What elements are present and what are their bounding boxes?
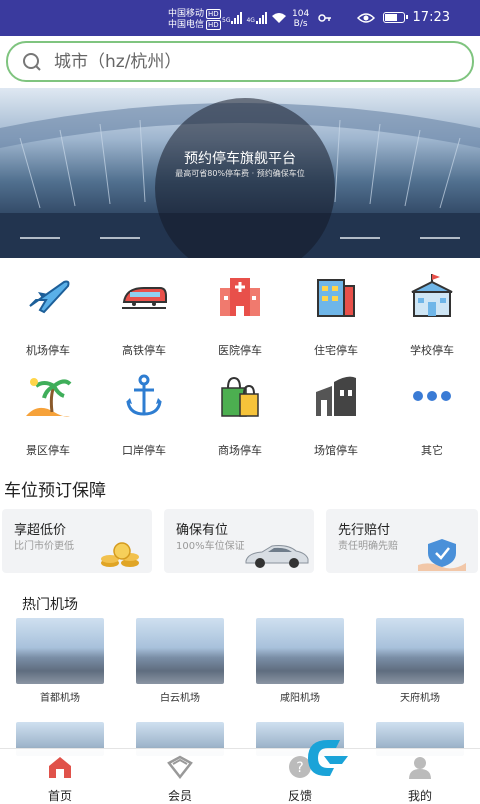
card-title: 先行赔付 — [338, 523, 391, 538]
train-icon — [122, 287, 167, 309]
school-icon — [411, 274, 453, 317]
key-icon — [318, 14, 331, 22]
watermark-logo — [300, 732, 480, 784]
category-label: 其它 — [421, 444, 443, 457]
beach-icon — [26, 378, 72, 417]
car-icon — [245, 545, 309, 568]
category-label: 学校停车 — [410, 344, 454, 357]
eye-icon — [356, 12, 375, 23]
tab-label: 我的 — [407, 789, 432, 803]
home-icon — [49, 757, 71, 778]
airport-item[interactable]: 白云机场 — [136, 618, 224, 704]
category-hospital[interactable]: 医院停车 — [192, 272, 288, 358]
airport-photo — [136, 618, 224, 684]
net-speed-value: 104 — [292, 9, 310, 19]
category-stadium[interactable]: 场馆停车 — [288, 372, 384, 458]
category-residence[interactable]: 住宅停车 — [288, 272, 384, 358]
category-label: 场馆停车 — [314, 444, 358, 457]
watermark-logo-icon — [308, 740, 348, 776]
sig1-label: 5G — [222, 17, 231, 24]
promo-banner[interactable]: 预约停车旗舰平台 最高可省80%停车费 · 预约确保车位 — [0, 88, 480, 258]
category-mall[interactable]: 商场停车 — [192, 372, 288, 458]
residence-icon — [317, 279, 355, 317]
tab-home[interactable]: 首页 — [20, 755, 100, 804]
airport-label: 白云机场 — [160, 693, 200, 704]
airport-item[interactable]: 天府机场 — [376, 618, 464, 704]
carrier2: 中国电信 — [168, 20, 205, 30]
category-label: 医院停车 — [218, 344, 262, 357]
category-port[interactable]: 口岸停车 — [96, 372, 192, 458]
tab-member[interactable]: 会员 — [140, 755, 220, 804]
airplane-icon — [29, 280, 70, 314]
category-label: 景区停车 — [26, 444, 70, 457]
banner-title: 预约停车旗舰平台 — [184, 151, 296, 167]
card-subtitle: 100%车位保证 — [176, 541, 245, 552]
guarantee-card-space[interactable]: 确保有位 100%车位保证 — [164, 509, 314, 573]
net-speed-unit: B/s — [293, 19, 308, 29]
tab-label: 反馈 — [287, 789, 312, 803]
guarantee-card-low-price[interactable]: 享超低价 比门市价更低 — [2, 509, 152, 573]
coins-icon — [101, 542, 139, 567]
airport-item[interactable]: 首都机场 — [16, 618, 104, 704]
card-subtitle: 责任明确先赔 — [338, 541, 398, 552]
search-bar[interactable] — [6, 41, 474, 82]
shopping-bag-icon — [221, 376, 259, 417]
hospital-icon — [220, 278, 260, 316]
category-airport[interactable]: 机场停车 — [0, 272, 96, 358]
category-label: 口岸停车 — [122, 444, 166, 457]
clock: 17:23 — [412, 10, 450, 25]
tab-label: 会员 — [167, 789, 192, 803]
category-label: 住宅停车 — [314, 344, 358, 357]
sig2-label: 4G — [246, 17, 255, 24]
net-speed: 104 B/s — [292, 9, 309, 29]
airport-photo — [256, 618, 344, 684]
category-school[interactable]: 学校停车 — [384, 272, 480, 358]
hot-airports-title: 热门机场 — [22, 597, 78, 613]
category-label: 商场停车 — [218, 444, 262, 457]
member-icon — [167, 755, 193, 780]
category-label: 机场停车 — [26, 344, 70, 357]
status-bar: 中国移动 HD 中国电信 HD 5G 4G 104 B/s 17:23 — [0, 0, 480, 36]
category-train[interactable]: 高铁停车 — [96, 272, 192, 358]
category-scenic[interactable]: 景区停车 — [0, 372, 96, 458]
signal-indicators: 5G 4G — [222, 12, 287, 24]
card-subtitle: 比门市价更低 — [14, 541, 74, 552]
category-label: 高铁停车 — [122, 344, 166, 357]
hd-badge: HD — [206, 20, 221, 30]
carrier-info: 中国移动 HD 中国电信 HD — [168, 9, 221, 31]
card-title: 确保有位 — [176, 523, 229, 538]
airport-label: 首都机场 — [40, 693, 80, 704]
carrier1: 中国移动 — [168, 9, 205, 19]
airport-photo — [376, 618, 464, 684]
hd-badge: HD — [206, 9, 221, 19]
more-dots-icon — [413, 391, 451, 401]
banner-subtitle: 最高可省80%停车费 · 预约确保车位 — [175, 169, 305, 178]
city-search-input[interactable] — [54, 51, 434, 72]
signal-icon — [255, 12, 267, 24]
guarantee-section-title: 车位预订保障 — [4, 481, 106, 501]
airport-label: 天府机场 — [400, 693, 440, 704]
wifi-icon — [271, 13, 286, 23]
tab-label: 首页 — [47, 789, 72, 803]
airport-label: 咸阳机场 — [280, 693, 320, 704]
card-title: 享超低价 — [14, 523, 67, 538]
airport-photo — [16, 618, 104, 684]
guarantee-card-compensation[interactable]: 先行赔付 责任明确先赔 — [326, 509, 478, 573]
shield-hand-icon — [418, 539, 466, 571]
category-other[interactable]: 其它 — [384, 372, 480, 458]
signal-icon — [231, 12, 243, 24]
battery-icon — [382, 12, 408, 23]
airport-item[interactable]: 咸阳机场 — [256, 618, 344, 704]
anchor-icon — [126, 374, 162, 416]
search-icon — [23, 52, 41, 71]
stadium-icon — [316, 376, 356, 416]
status-right: 17:23 — [356, 10, 450, 25]
